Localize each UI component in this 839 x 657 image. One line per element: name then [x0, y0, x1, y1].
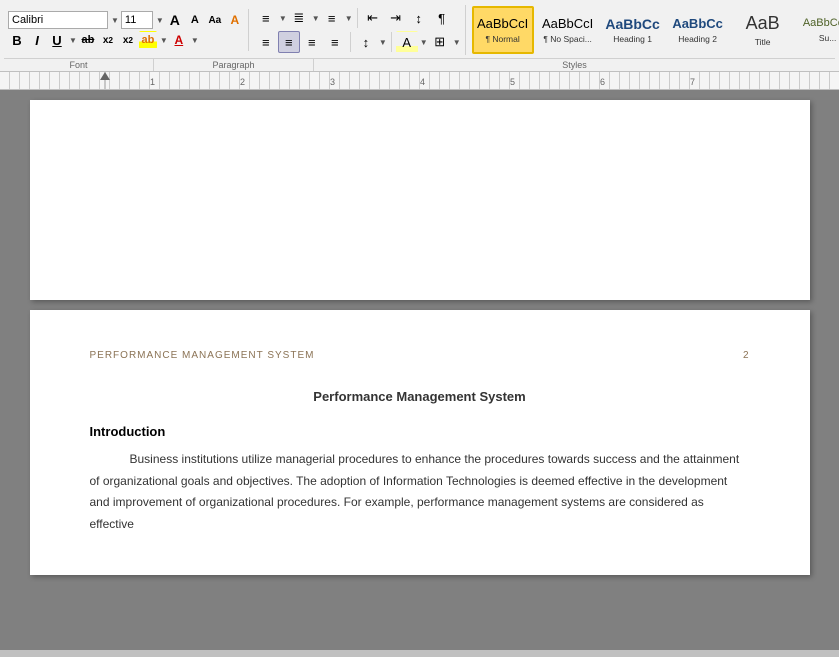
styles-label: Styles	[314, 59, 835, 71]
style-title[interactable]: AaB Title	[732, 6, 794, 54]
introduction-heading: Introduction	[90, 424, 750, 439]
style-normal-preview: AaBbCcI	[477, 16, 528, 32]
page-2: PERFORMANCE MANAGEMENT SYSTEM 2 Performa…	[30, 310, 810, 575]
font-size-dropdown-icon[interactable]: ▼	[156, 16, 164, 25]
separator2	[350, 32, 351, 52]
font-name-dropdown-icon[interactable]: ▼	[111, 16, 119, 25]
svg-text:2: 2	[240, 77, 245, 87]
bullets-dropdown[interactable]: ▼	[279, 14, 287, 23]
svg-text:4: 4	[420, 77, 425, 87]
numbering-button[interactable]: ≣	[288, 7, 310, 29]
svg-text:7: 7	[690, 77, 695, 87]
bullets-button[interactable]: ≡	[255, 7, 277, 29]
font-shrink-button[interactable]: A	[186, 11, 204, 29]
style-subtitle-preview: AaBbCc...	[803, 17, 839, 30]
svg-text:5: 5	[510, 77, 515, 87]
decrease-indent-button[interactable]: ⇤	[362, 7, 384, 29]
increase-indent-button[interactable]: ⇥	[385, 7, 407, 29]
separator1	[357, 8, 358, 28]
ruler-svg: 1 2 3 4 5 6 7	[0, 72, 839, 90]
borders-dropdown[interactable]: ▼	[453, 38, 461, 47]
font-section: ▼ ▼ A A Aa A B I U ▼ ab x2 x2 ab ▼ A ▼	[4, 9, 249, 51]
change-case-button[interactable]: Aa	[206, 11, 224, 29]
style-heading1-label: Heading 1	[613, 34, 652, 44]
superscript-button[interactable]: x2	[119, 31, 137, 49]
style-title-preview: AaB	[746, 13, 780, 35]
style-subtitle-label: Su...	[819, 33, 836, 43]
styles-section: AaBbCcI ¶ Normal AaBbCcI ¶ No Spaci... A…	[468, 4, 839, 56]
bold-button[interactable]: B	[8, 31, 26, 49]
page-header-text: PERFORMANCE MANAGEMENT SYSTEM	[90, 350, 315, 361]
subscript-button[interactable]: x2	[99, 31, 117, 49]
paragraph-section: ≡ ▼ ≣ ▼ ≡ ▼ ⇤ ⇥ ↕ ¶ ≡ ≡ ≡ ≡ ↕ ▼	[251, 5, 466, 55]
introduction-paragraph: Business institutions utilize managerial…	[90, 449, 750, 535]
paragraph-label: Paragraph	[154, 59, 314, 71]
style-nospacing-preview: AaBbCcI	[542, 16, 593, 32]
page-number: 2	[743, 350, 750, 361]
style-subtitle[interactable]: AaBbCc... Su...	[797, 6, 839, 54]
line-spacing-button[interactable]: ↕	[355, 31, 377, 53]
show-formatting-button[interactable]: ¶	[431, 7, 453, 29]
page-header: PERFORMANCE MANAGEMENT SYSTEM 2	[90, 350, 750, 365]
multilevel-dropdown[interactable]: ▼	[345, 14, 353, 23]
separator3	[391, 32, 392, 52]
highlight-dropdown-icon[interactable]: ▼	[160, 36, 168, 45]
justify-button[interactable]: ≡	[324, 31, 346, 53]
style-heading2-label: Heading 2	[678, 34, 717, 44]
align-center-button[interactable]: ≡	[278, 31, 300, 53]
style-normal-label: ¶ Normal	[485, 34, 519, 44]
document-area: PERFORMANCE MANAGEMENT SYSTEM 2 Performa…	[0, 90, 839, 650]
style-heading1-preview: AaBbCc	[605, 16, 659, 33]
svg-text:3: 3	[330, 77, 335, 87]
style-heading1[interactable]: AaBbCc Heading 1	[602, 6, 664, 54]
style-normal[interactable]: AaBbCcI ¶ Normal	[472, 6, 534, 54]
align-right-button[interactable]: ≡	[301, 31, 323, 53]
strikethrough-button[interactable]: ab	[79, 31, 97, 49]
line-spacing-dropdown[interactable]: ▼	[379, 38, 387, 47]
font-color-dropdown-icon[interactable]: ▼	[191, 36, 199, 45]
style-heading2-preview: AaBbCc	[672, 16, 723, 32]
align-left-button[interactable]: ≡	[255, 31, 277, 53]
borders-button[interactable]: ⊞	[429, 31, 451, 53]
font-size-input[interactable]	[121, 11, 153, 29]
page-1	[30, 100, 810, 300]
underline-dropdown-icon[interactable]: ▼	[69, 36, 77, 45]
ruler: 1 2 3 4 5 6 7	[0, 72, 839, 90]
shading-dropdown[interactable]: ▼	[420, 38, 428, 47]
text-highlight-button[interactable]: ab	[139, 31, 157, 49]
toolbar: ▼ ▼ A A Aa A B I U ▼ ab x2 x2 ab ▼ A ▼	[0, 0, 839, 72]
italic-button[interactable]: I	[28, 31, 46, 49]
font-color-button[interactable]: A	[170, 31, 188, 49]
style-heading2[interactable]: AaBbCc Heading 2	[667, 6, 729, 54]
style-no-spacing[interactable]: AaBbCcI ¶ No Spaci...	[537, 6, 599, 54]
shading-button[interactable]: A	[396, 31, 418, 53]
style-title-label: Title	[755, 37, 771, 47]
svg-text:6: 6	[600, 77, 605, 87]
sort-button[interactable]: ↕	[408, 7, 430, 29]
section-labels-row: Font Paragraph Styles	[4, 58, 835, 71]
clear-format-button[interactable]: A	[226, 11, 244, 29]
multilevel-list-button[interactable]: ≡	[321, 7, 343, 29]
font-grow-button[interactable]: A	[166, 11, 184, 29]
underline-button[interactable]: U	[48, 31, 66, 49]
style-nospacing-label: ¶ No Spaci...	[543, 34, 592, 44]
document-title: Performance Management System	[90, 389, 750, 404]
numbering-dropdown[interactable]: ▼	[312, 14, 320, 23]
font-label: Font	[4, 59, 154, 71]
font-name-input[interactable]	[8, 11, 108, 29]
svg-text:1: 1	[150, 77, 155, 87]
